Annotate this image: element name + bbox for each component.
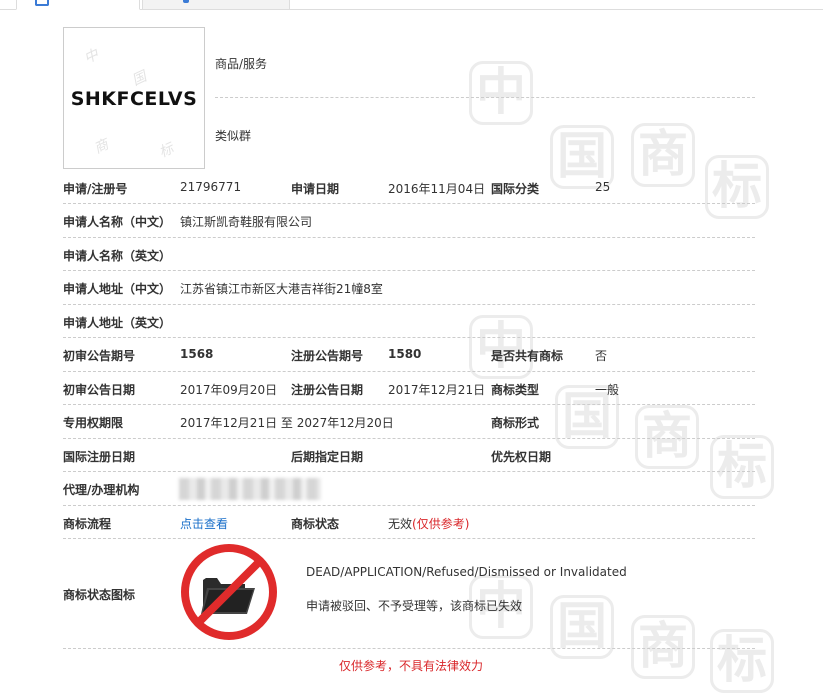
reg-issue-value: 1580 xyxy=(388,347,422,361)
watermark-glyph: 商 xyxy=(631,615,695,679)
watermark-glyph: 国 xyxy=(550,595,614,659)
prelim-issue-label: 初审公告期号 xyxy=(63,349,136,363)
divider xyxy=(63,471,755,472)
status-description-en: DEAD/APPLICATION/Refused/Dismissed or In… xyxy=(306,565,627,579)
address-cn-value: 江苏省镇江市新区大港吉祥街21幢8室 xyxy=(180,282,383,296)
logo-watermark: 国 xyxy=(129,68,150,90)
tab-bar xyxy=(0,0,823,10)
logo-text: SHKFCELVS xyxy=(70,88,198,110)
agency-value-redacted xyxy=(179,478,321,500)
trademark-logo: 中 国 商 标 SHKFCELVS xyxy=(63,27,205,169)
watermark-glyph: 商 xyxy=(635,405,699,469)
similar-group-label: 类似群 xyxy=(215,129,252,143)
divider xyxy=(63,270,755,271)
prohibited-folder-icon xyxy=(181,544,277,640)
tm-form-label: 商标形式 xyxy=(491,416,540,430)
chart-icon xyxy=(183,0,189,3)
status-label: 商标状态 xyxy=(291,517,340,531)
status-icon-label: 商标状态图标 xyxy=(63,588,136,602)
intl-class-label: 国际分类 xyxy=(491,182,540,196)
document-icon xyxy=(35,0,49,6)
agency-label: 代理/办理机构 xyxy=(63,483,140,497)
divider xyxy=(63,371,755,372)
prelim-issue-value: 1568 xyxy=(180,347,214,361)
disclaimer-text: 仅供参考，不具有法律效力 xyxy=(339,659,484,673)
reg-no-value: 21796771 xyxy=(180,180,242,194)
watermark-glyph: 中 xyxy=(469,61,533,125)
divider xyxy=(63,648,755,649)
divider xyxy=(63,404,755,405)
applicant-en-label: 申请人名称（英文） xyxy=(63,249,172,263)
watermark-glyph: 标 xyxy=(710,629,774,693)
reg-issue-label: 注册公告期号 xyxy=(291,349,364,363)
tm-type-label: 商标类型 xyxy=(491,383,540,397)
divider xyxy=(63,438,755,439)
shared-label: 是否共有商标 xyxy=(491,349,564,363)
intl-class-value: 25 xyxy=(595,180,611,194)
exclusive-value: 2017年12月21日 至 2027年12月20日 xyxy=(180,416,394,430)
address-cn-label: 申请人地址（中文） xyxy=(63,282,172,296)
flow-view-link[interactable]: 点击查看 xyxy=(180,515,228,532)
tab-details[interactable] xyxy=(16,0,140,10)
reg-date-label: 注册公告日期 xyxy=(291,383,364,397)
logo-watermark: 标 xyxy=(156,140,177,162)
tm-type-value: 一般 xyxy=(595,383,620,397)
status-value: 无效(仅供参考) xyxy=(388,515,469,532)
reg-date-value: 2017年12月21日 xyxy=(388,383,486,397)
address-en-label: 申请人地址（英文） xyxy=(63,316,172,330)
priority-date-label: 优先权日期 xyxy=(491,450,552,464)
shared-value: 否 xyxy=(595,349,608,363)
app-date-label: 申请日期 xyxy=(291,182,340,196)
intl-reg-date-label: 国际注册日期 xyxy=(63,450,136,464)
applicant-cn-label: 申请人名称（中文） xyxy=(63,215,172,229)
divider xyxy=(63,337,755,338)
later-designation-label: 后期指定日期 xyxy=(291,450,364,464)
divider xyxy=(63,304,755,305)
tab-flow[interactable] xyxy=(142,0,290,10)
divider xyxy=(63,505,755,506)
status-text: 无效 xyxy=(388,517,413,531)
divider xyxy=(63,237,755,238)
divider xyxy=(63,203,755,204)
reg-no-label: 申请/注册号 xyxy=(63,182,128,196)
status-note: (仅供参考) xyxy=(412,517,470,531)
logo-watermark: 商 xyxy=(91,136,112,158)
status-description-cn: 申请被驳回、不予受理等，该商标已失效 xyxy=(306,599,523,613)
divider xyxy=(215,97,755,98)
watermark-glyph: 商 xyxy=(631,123,695,187)
exclusive-label: 专用权期限 xyxy=(63,416,124,430)
flow-label: 商标流程 xyxy=(63,517,112,531)
prelim-date-value: 2017年09月20日 xyxy=(180,383,278,397)
watermark-glyph: 标 xyxy=(705,155,769,219)
watermark-glyph: 标 xyxy=(710,435,774,499)
app-date-value: 2016年11月04日 xyxy=(388,182,486,196)
goods-services-label: 商品/服务 xyxy=(215,57,268,71)
prelim-date-label: 初审公告日期 xyxy=(63,383,136,397)
divider xyxy=(63,538,755,539)
applicant-cn-value: 镇江斯凯奇鞋服有限公司 xyxy=(180,215,313,229)
logo-watermark: 中 xyxy=(81,46,102,68)
